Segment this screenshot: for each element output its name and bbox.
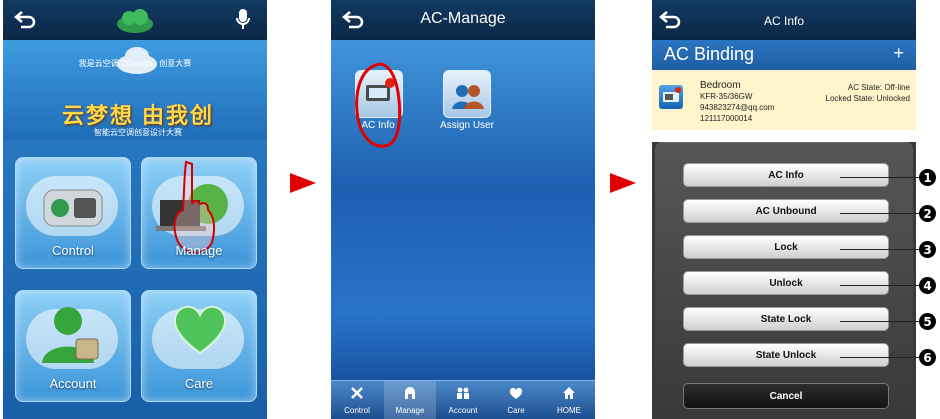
tools-icon [350, 386, 364, 400]
binding-row[interactable]: Bedroom KFR-35/36GW 943823274@qq.com 121… [652, 70, 916, 131]
callout-line [840, 321, 920, 322]
binding-email: 943823274@qq.com [700, 103, 775, 112]
tile-label: Control [52, 243, 94, 258]
ac-state: AC State: Off-line [847, 83, 910, 92]
nav-label: Account [448, 406, 478, 415]
callout-line [840, 249, 920, 250]
top-bar: AC-Manage [331, 0, 595, 40]
heart-icon [509, 386, 523, 400]
tile-care[interactable]: Care [141, 290, 257, 402]
promo-banner[interactable]: 我是云空调 DiDongo - 创意大赛 云梦想 由我创 智能云空调创意设计大赛 [3, 40, 267, 140]
red-circle-highlight-icon [351, 60, 405, 152]
ac-manage-screen: AC-Manage AC Info Assign User Control Ma… [331, 0, 595, 419]
callout-number: 2 [919, 205, 936, 222]
user-account-icon [38, 303, 108, 369]
users-icon [456, 386, 470, 400]
ac-info-button[interactable]: AC Info [683, 163, 889, 187]
home-icon [562, 386, 576, 400]
manage-icon [403, 386, 417, 400]
binding-model: KFR-35/36GW [700, 92, 753, 101]
nav-label: Control [344, 406, 370, 415]
flow-arrow [290, 173, 316, 193]
peacock-logo-icon [113, 42, 161, 76]
page-title: AC Info [763, 14, 805, 28]
state-lock-button[interactable]: State Lock [683, 307, 889, 331]
callout-line [840, 177, 920, 178]
microphone-icon[interactable] [235, 8, 251, 32]
callout-number: 6 [919, 349, 936, 366]
callout-line [840, 285, 920, 286]
nav-control[interactable]: Control [331, 381, 383, 419]
callout-number: 4 [919, 277, 936, 294]
flow-arrow [610, 173, 636, 193]
tile-account[interactable]: Account [15, 290, 131, 402]
binding-status: AC State: Off-line Locked State: Unlocke… [826, 82, 911, 104]
tile-manage[interactable]: Manage [141, 157, 257, 269]
page-title: AC-Manage [420, 10, 506, 27]
assign-user-icon [443, 70, 491, 118]
top-bar [3, 0, 267, 40]
back-icon[interactable] [13, 10, 37, 30]
binding-name: Bedroom [700, 80, 741, 91]
callout-number: 1 [919, 169, 936, 186]
nav-label: Care [507, 406, 525, 415]
cloud-logo-icon [113, 6, 157, 34]
nav-label: HOME [557, 406, 581, 415]
bottom-nav: Control Manage Account Care HOME [331, 380, 595, 419]
nav-care[interactable]: Care [490, 381, 542, 419]
home-screen: 我是云空调 DiDongo - 创意大赛 云梦想 由我创 智能云空调创意设计大赛… [3, 0, 267, 419]
tile-label: Care [184, 376, 214, 391]
add-binding-button[interactable]: + [893, 43, 904, 64]
callout-line [840, 357, 920, 358]
heart-icon [172, 303, 228, 355]
binding-row-partial[interactable] [652, 130, 916, 142]
callout-number: 5 [919, 313, 936, 330]
ac-unit-icon [659, 85, 683, 109]
action-sheet: AC Info AC Unbound Lock Unlock State Loc… [655, 142, 913, 419]
ac-unbound-button[interactable]: AC Unbound [683, 199, 889, 223]
section-title: AC Binding [664, 44, 755, 64]
remote-control-icon [42, 184, 104, 230]
tile-label: Manage [175, 243, 223, 258]
binding-header: AC Binding + [652, 40, 916, 70]
nav-manage[interactable]: Manage [384, 381, 436, 419]
tile-label: Account [49, 376, 97, 391]
binding-id: 121117000014 [700, 114, 753, 123]
tile-control[interactable]: Control [15, 157, 131, 269]
top-bar: AC Info [652, 0, 916, 40]
cancel-button[interactable]: Cancel [683, 383, 889, 409]
binding-details: Bedroom KFR-35/36GW 943823274@qq.com 121… [700, 80, 774, 124]
locked-state: Locked State: Unlocked [825, 94, 911, 103]
nav-home[interactable]: HOME [543, 381, 595, 419]
nav-account[interactable]: Account [437, 381, 489, 419]
unlock-button[interactable]: Unlock [683, 271, 889, 295]
callout-number: 3 [919, 241, 936, 258]
lock-button[interactable]: Lock [683, 235, 889, 259]
state-unlock-button[interactable]: State Unlock [683, 343, 889, 367]
callout-line [840, 213, 920, 214]
app-label: Assign User [440, 120, 494, 131]
nav-label: Manage [395, 406, 425, 415]
banner-subtitle: 智能云空调创意设计大赛 [94, 128, 182, 137]
banner-title: 云梦想 由我创 [61, 103, 215, 128]
